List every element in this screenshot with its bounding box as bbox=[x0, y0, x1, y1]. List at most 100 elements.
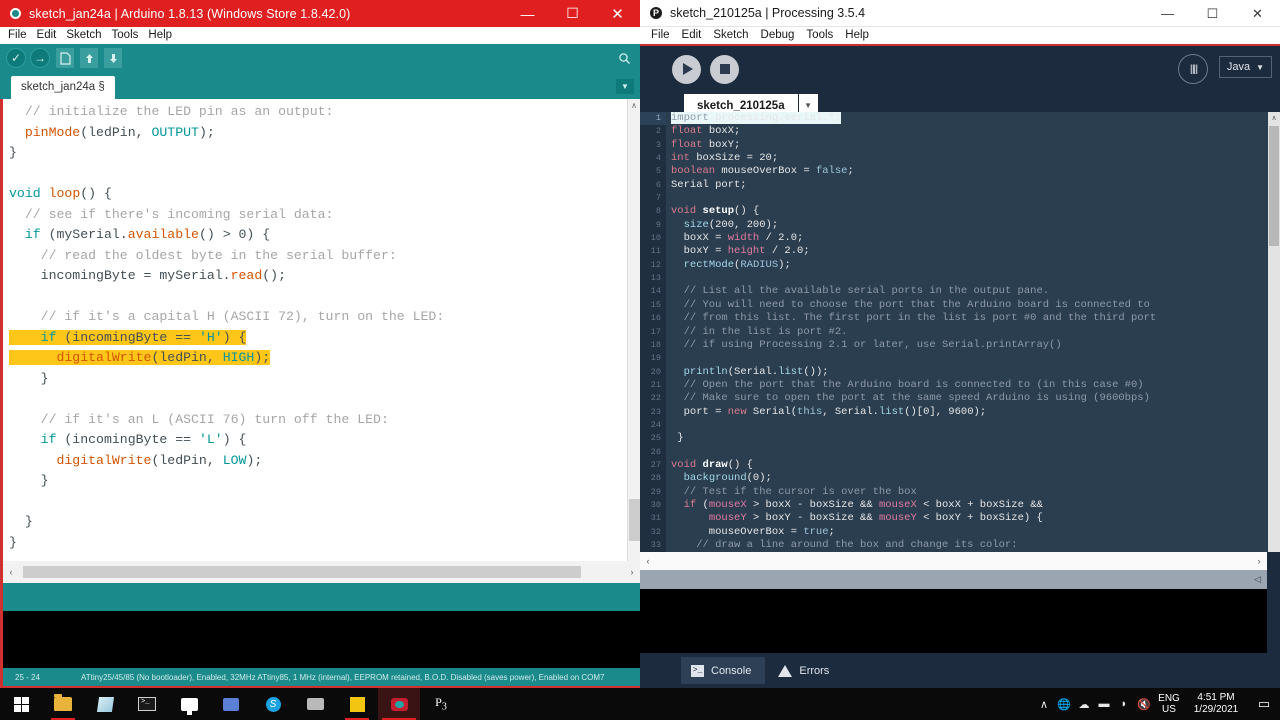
processing-source-code[interactable]: import processing.serial.*; float boxX; … bbox=[666, 112, 1256, 552]
taskbar-remote-desktop[interactable] bbox=[168, 688, 210, 720]
teams-icon bbox=[223, 697, 239, 711]
new-sketch-button[interactable] bbox=[56, 48, 74, 68]
tab-errors-label: Errors bbox=[799, 664, 830, 677]
pmenu-file[interactable]: File bbox=[645, 26, 676, 45]
phscroll-right-arrow-icon[interactable]: › bbox=[1251, 552, 1267, 570]
stop-button[interactable] bbox=[710, 54, 739, 84]
menu-tools[interactable]: Tools bbox=[107, 27, 144, 44]
hscroll-right-arrow-icon[interactable]: › bbox=[624, 561, 640, 583]
tab-dropdown-button[interactable]: ▼ bbox=[616, 79, 634, 94]
verify-button[interactable]: ✓ bbox=[6, 48, 26, 68]
debug-button[interactable]: ‖‖ bbox=[1178, 54, 1208, 84]
sketch-tab-jan24a[interactable]: sketch_jan24a § bbox=[11, 76, 115, 99]
arduino-source-code[interactable]: // initialize the LED pin as an output: … bbox=[3, 99, 444, 553]
tab-errors[interactable]: Errors bbox=[768, 657, 843, 684]
line-number: 8 bbox=[655, 206, 661, 217]
pmenu-help[interactable]: Help bbox=[839, 26, 875, 45]
hscroll-left-arrow-icon[interactable]: ‹ bbox=[3, 561, 19, 583]
line-number: 27 bbox=[650, 459, 661, 470]
pmenu-debug[interactable]: Debug bbox=[755, 26, 801, 45]
folder-icon bbox=[54, 694, 72, 711]
pmenu-tools[interactable]: Tools bbox=[800, 26, 839, 45]
processing-minimize-button[interactable]: — bbox=[1145, 0, 1190, 27]
run-button[interactable] bbox=[672, 54, 701, 84]
chevron-down-icon: ▼ bbox=[1256, 62, 1264, 72]
globe-icon[interactable]: 🌐 bbox=[1054, 698, 1074, 711]
line-number: 1 bbox=[640, 112, 666, 126]
taskbar-microsoft-store[interactable] bbox=[84, 688, 126, 720]
taskbar-processing-ide[interactable]: P3 bbox=[420, 688, 462, 720]
notification-center-button[interactable]: ▭ bbox=[1248, 696, 1280, 712]
processing-pane-divider[interactable]: ◁ bbox=[640, 570, 1267, 589]
arduino-console-output[interactable] bbox=[0, 611, 640, 668]
debug-icon: ‖‖ bbox=[1189, 61, 1199, 77]
processing-vertical-scrollbar[interactable]: ∧ bbox=[1268, 112, 1280, 552]
board-configuration-label: ATtiny25/45/85 (No bootloader), Enabled,… bbox=[81, 672, 605, 682]
arduino-status-bar: 25 - 24 ATtiny25/45/85 (No bootloader), … bbox=[0, 668, 640, 688]
processing-maximize-button[interactable]: ☐ bbox=[1190, 0, 1235, 27]
system-tray: ∧ 🌐 ☁ ▬ ◗ 🔇 ENG US 4:51 PM 1/29/2021 ▭ bbox=[1034, 688, 1280, 720]
processing-scroll-thumb[interactable] bbox=[1269, 126, 1279, 246]
arduino-tab-bar: sketch_jan24a § ▼ bbox=[0, 72, 640, 99]
pmenu-sketch[interactable]: Sketch bbox=[707, 26, 754, 45]
line-number: 4 bbox=[655, 153, 661, 164]
arduino-vertical-scrollbar[interactable]: ∧ bbox=[627, 99, 640, 561]
menu-edit[interactable]: Edit bbox=[32, 27, 62, 44]
pmenu-edit[interactable]: Edit bbox=[676, 26, 708, 45]
taskbar-sticky-notes[interactable] bbox=[336, 688, 378, 720]
taskbar-snipping-tool[interactable] bbox=[294, 688, 336, 720]
line-number: 7 bbox=[655, 193, 661, 204]
taskbar-skype[interactable]: S bbox=[252, 688, 294, 720]
phscroll-left-arrow-icon[interactable]: ‹ bbox=[640, 552, 656, 570]
clock-time: 4:51 PM bbox=[1197, 692, 1235, 703]
upload-button[interactable]: → bbox=[30, 48, 50, 68]
scroll-up-arrow-icon[interactable]: ∧ bbox=[628, 99, 640, 112]
line-number: 2 bbox=[655, 126, 661, 137]
clock-date: 1/29/2021 bbox=[1193, 704, 1239, 715]
wifi-icon[interactable]: ◗ bbox=[1114, 698, 1134, 710]
hscroll-track[interactable] bbox=[19, 561, 624, 583]
arrow-right-icon: → bbox=[34, 51, 46, 65]
language-indicator[interactable]: ENG US bbox=[1154, 693, 1184, 715]
show-hidden-icons-button[interactable]: ∧ bbox=[1034, 698, 1054, 711]
taskbar-teams[interactable] bbox=[210, 688, 252, 720]
serial-monitor-button[interactable] bbox=[614, 48, 634, 68]
arduino-minimize-button[interactable]: — bbox=[505, 0, 550, 27]
pscroll-up-arrow-icon[interactable]: ∧ bbox=[1268, 112, 1280, 124]
line-number: 18 bbox=[650, 339, 661, 350]
battery-icon[interactable]: ▬ bbox=[1094, 698, 1114, 710]
save-sketch-button[interactable] bbox=[104, 48, 122, 68]
processing-close-button[interactable]: ✕ bbox=[1235, 0, 1280, 27]
menu-file[interactable]: File bbox=[3, 27, 32, 44]
console-icon: >_ bbox=[691, 664, 704, 677]
processing-console-output[interactable] bbox=[640, 589, 1267, 653]
arduino-code-editor[interactable]: // initialize the LED pin as an output: … bbox=[0, 99, 640, 561]
onedrive-icon[interactable]: ☁ bbox=[1074, 698, 1094, 711]
line-number: 28 bbox=[650, 473, 661, 484]
mode-selector-button[interactable]: Java ▼ bbox=[1218, 56, 1272, 78]
clock[interactable]: 4:51 PM 1/29/2021 bbox=[1184, 692, 1248, 716]
line-number: 6 bbox=[655, 179, 661, 190]
arduino-icon bbox=[390, 697, 408, 711]
skype-icon: S bbox=[265, 696, 281, 712]
menu-help[interactable]: Help bbox=[143, 27, 177, 44]
processing-code-editor[interactable]: 1 2 3 4 5 6 7 8 9 10 11 12 13 14 15 16 17 18 19 20 21 22 23 24 2… bbox=[640, 112, 1280, 552]
taskbar-terminal[interactable]: >_ bbox=[126, 688, 168, 720]
menu-sketch[interactable]: Sketch bbox=[61, 27, 106, 44]
start-button[interactable] bbox=[0, 688, 42, 720]
arduino-maximize-button[interactable]: ☐ bbox=[550, 0, 595, 27]
volume-muted-icon[interactable]: 🔇 bbox=[1134, 698, 1154, 711]
arduino-toolbar: ✓ → bbox=[0, 44, 640, 72]
taskbar-file-explorer[interactable] bbox=[42, 688, 84, 720]
tab-console[interactable]: >_ Console bbox=[681, 657, 766, 684]
arduino-close-button[interactable]: ✕ bbox=[595, 0, 640, 27]
line-number: 26 bbox=[650, 446, 661, 457]
arduino-scroll-thumb[interactable] bbox=[629, 499, 640, 541]
open-sketch-button[interactable] bbox=[80, 48, 98, 68]
taskbar-arduino-ide[interactable] bbox=[378, 688, 420, 720]
arduino-horizontal-scrollbar[interactable]: ‹ › bbox=[0, 561, 640, 583]
line-number: 25 bbox=[650, 433, 661, 444]
processing-horizontal-scrollbar[interactable]: ‹ › bbox=[640, 552, 1267, 570]
resize-handle-icon[interactable]: ◁ bbox=[1254, 574, 1261, 585]
hscroll-thumb[interactable] bbox=[23, 566, 581, 578]
